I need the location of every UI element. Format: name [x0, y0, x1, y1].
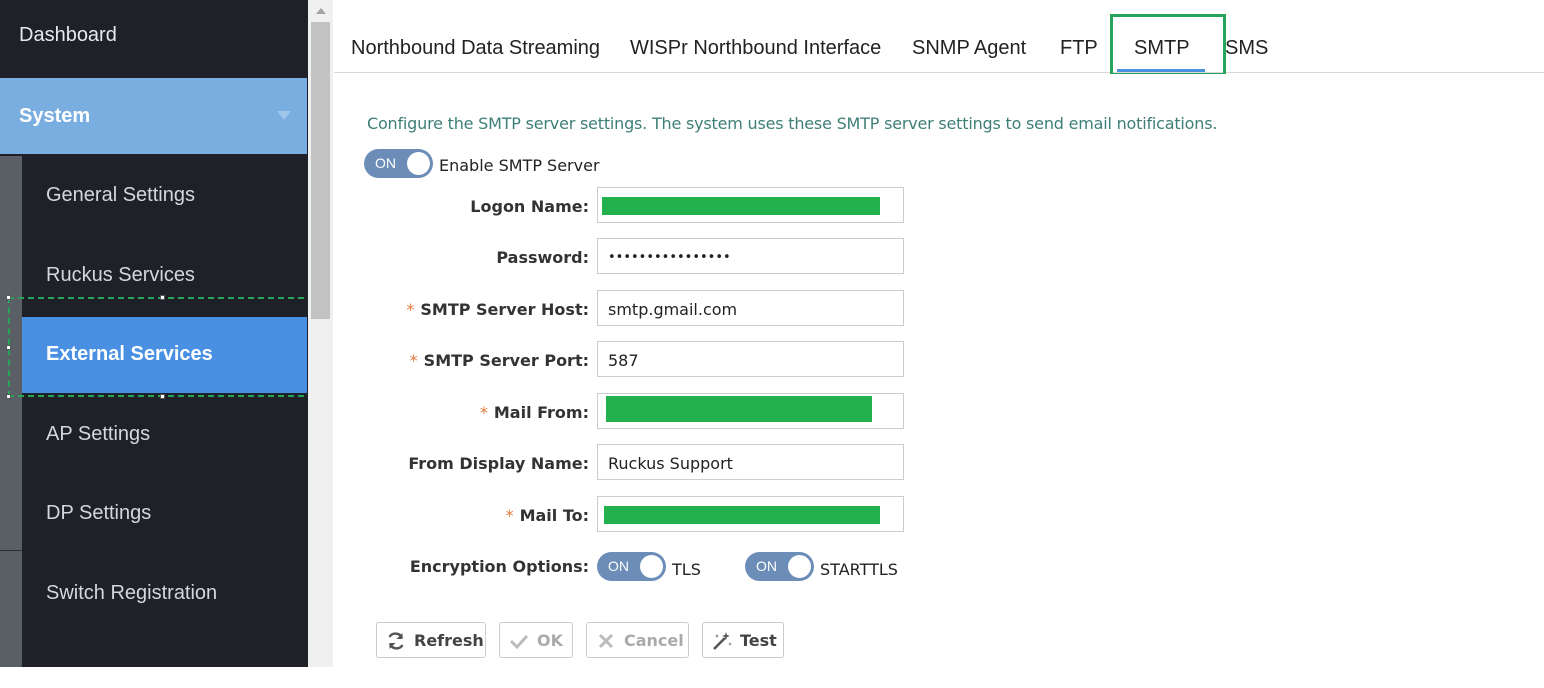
display-name-label: From Display Name:	[380, 454, 589, 473]
refresh-icon	[388, 632, 404, 650]
mail-to-label-text: Mail To:	[519, 506, 589, 525]
redaction-overlay	[602, 197, 880, 215]
caret-down-icon	[277, 111, 291, 120]
enable-smtp-toggle[interactable]: ON	[364, 149, 433, 178]
toggle-state-label: ON	[608, 558, 629, 574]
display-name-input[interactable]: Ruckus Support	[597, 444, 904, 480]
smtp-description: Configure the SMTP server settings. The …	[367, 114, 1218, 133]
sidebar-item-label: General Settings	[46, 184, 195, 206]
tab-snmp-agent[interactable]: SNMP Agent	[912, 37, 1026, 60]
tab-northbound-data-streaming[interactable]: Northbound Data Streaming	[351, 37, 600, 60]
smtp-host-label-text: SMTP Server Host:	[420, 300, 589, 319]
close-icon	[598, 633, 614, 649]
sidebar-item-dp-settings[interactable]: DP Settings	[22, 476, 307, 552]
password-value: ••••••••••••••••	[608, 250, 731, 265]
submenu-gutter	[0, 156, 22, 667]
mail-from-label-text: Mail From:	[493, 403, 589, 422]
tab-bar: Northbound Data Streaming WISPr Northbou…	[334, 0, 1544, 73]
sidebar-item-dashboard[interactable]: Dashboard	[0, 0, 307, 74]
sidebar-item-label: External Services	[46, 343, 213, 365]
toggle-state-label: ON	[756, 558, 777, 574]
smtp-host-label: * SMTP Server Host:	[380, 300, 589, 319]
sidebar-item-system[interactable]: System	[0, 78, 307, 154]
smtp-host-value: smtp.gmail.com	[608, 300, 738, 319]
tls-toggle[interactable]: ON	[597, 552, 666, 581]
starttls-label: STARTTLS	[820, 560, 898, 579]
sidebar-item-general-settings[interactable]: General Settings	[22, 158, 307, 234]
password-label: Password:	[380, 248, 589, 267]
smtp-port-value: 587	[608, 351, 639, 370]
cancel-button-label: Cancel	[624, 631, 684, 650]
smtp-host-input[interactable]: smtp.gmail.com	[597, 290, 904, 326]
ok-button-label: OK	[537, 631, 563, 650]
sidebar-item-ap-settings[interactable]: AP Settings	[22, 397, 307, 473]
redaction-overlay	[604, 506, 880, 524]
password-label-text: Password:	[496, 248, 589, 267]
sidebar-item-external-services[interactable]: External Services	[22, 317, 307, 393]
required-mark: *	[409, 351, 418, 370]
sidebar-item-label: DP Settings	[46, 502, 152, 524]
enable-smtp-label: Enable SMTP Server	[439, 156, 600, 175]
smtp-port-label-text: SMTP Server Port:	[423, 351, 589, 370]
logon-name-input[interactable]	[597, 187, 904, 223]
sidebar-divider	[0, 550, 22, 551]
mail-to-input[interactable]	[597, 496, 904, 532]
sidebar-item-label: Switch Registration	[46, 582, 218, 604]
cancel-button[interactable]: Cancel	[586, 622, 689, 658]
test-button-label: Test	[740, 631, 777, 650]
tab-sms[interactable]: SMS	[1225, 37, 1268, 60]
smtp-port-label: * SMTP Server Port:	[380, 351, 589, 370]
sidebar-item-label: AP Settings	[46, 423, 151, 445]
toggle-knob	[407, 152, 430, 175]
sidebar-system-label: System	[19, 105, 91, 127]
encryption-label: Encryption Options:	[380, 557, 589, 576]
smtp-port-input[interactable]: 587	[597, 341, 904, 377]
toggle-knob	[640, 555, 663, 578]
logon-name-label: Logon Name:	[380, 197, 589, 216]
active-tab-underline	[1117, 69, 1205, 72]
ok-button[interactable]: OK	[499, 622, 573, 658]
tab-wispr-northbound-interface[interactable]: WISPr Northbound Interface	[630, 37, 881, 60]
test-button[interactable]: Test	[702, 622, 784, 658]
password-input[interactable]: ••••••••••••••••	[597, 238, 904, 274]
magic-wand-icon	[713, 632, 732, 650]
toggle-knob	[788, 555, 811, 578]
refresh-button[interactable]: Refresh	[376, 622, 486, 658]
mail-from-input[interactable]	[597, 393, 904, 429]
tab-smtp[interactable]: SMTP	[1134, 37, 1190, 60]
display-name-label-text: From Display Name:	[408, 454, 589, 473]
required-mark: *	[406, 300, 415, 319]
tab-ftp[interactable]: FTP	[1060, 37, 1098, 60]
display-name-value: Ruckus Support	[608, 454, 733, 473]
sidebar-scrollbar[interactable]	[308, 0, 333, 667]
logon-name-label-text: Logon Name:	[470, 197, 589, 216]
sidebar-item-ruckus-services[interactable]: Ruckus Services	[22, 238, 307, 314]
sidebar-item-more[interactable]	[22, 635, 307, 667]
sidebar-item-switch-registration[interactable]: Switch Registration	[22, 556, 307, 632]
mail-to-label: * Mail To:	[380, 506, 589, 525]
required-mark: *	[505, 506, 514, 525]
scroll-up-icon[interactable]	[316, 8, 326, 14]
sidebar: Dashboard System General Settings Ruckus…	[0, 0, 308, 667]
check-icon	[509, 634, 529, 650]
redaction-overlay	[606, 396, 872, 422]
sidebar-dashboard-label: Dashboard	[19, 24, 117, 46]
sidebar-item-label: Ruckus Services	[46, 264, 195, 286]
refresh-button-label: Refresh	[414, 631, 484, 650]
mail-from-label: * Mail From:	[380, 403, 589, 422]
starttls-toggle[interactable]: ON	[745, 552, 814, 581]
required-mark: *	[479, 403, 488, 422]
encryption-label-text: Encryption Options:	[409, 557, 589, 576]
scrollbar-thumb[interactable]	[311, 22, 330, 319]
tls-label: TLS	[672, 560, 701, 579]
toggle-state-label: ON	[375, 155, 396, 171]
